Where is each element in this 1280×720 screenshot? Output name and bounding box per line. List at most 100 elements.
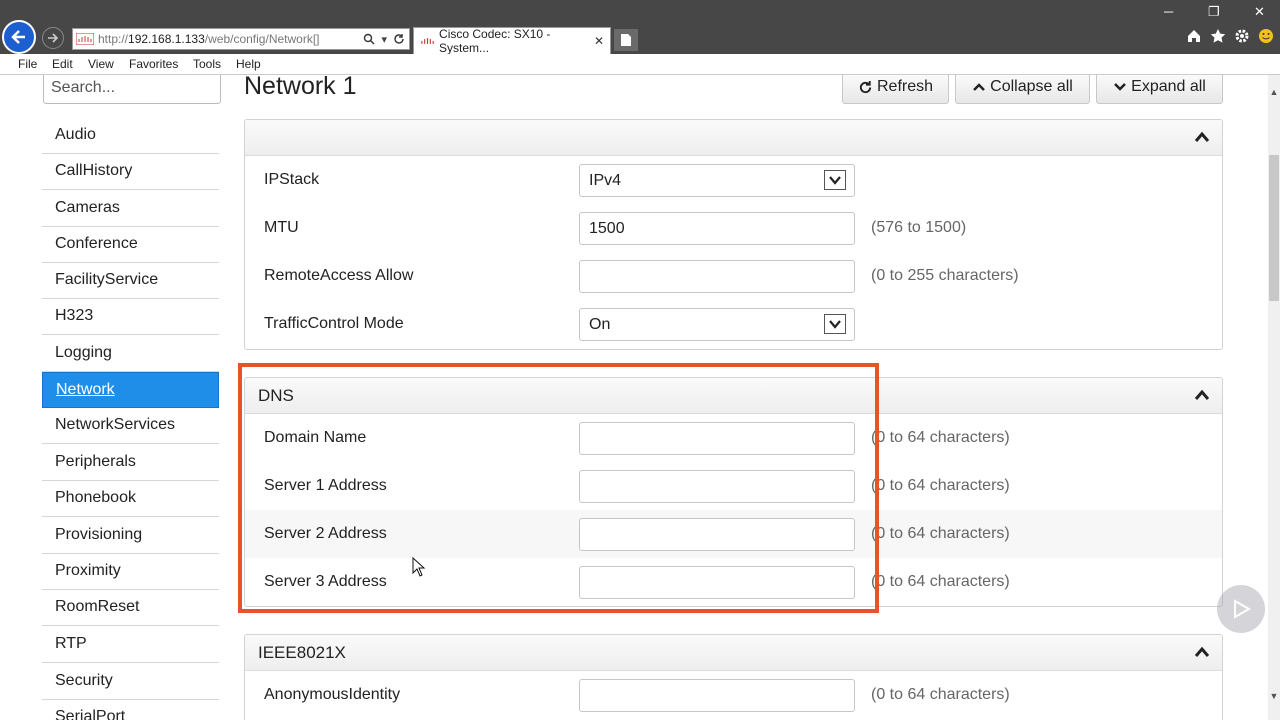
setting-label: Server 3 Address — [264, 573, 387, 590]
play-icon — [1234, 599, 1252, 619]
tab-title: Cisco Codec: SX10 - System... — [439, 27, 551, 55]
collapse-all-button[interactable]: Collapse all — [955, 75, 1090, 104]
sidebar-item-h323[interactable]: H323 — [42, 299, 219, 335]
collapse-chevron-icon[interactable] — [1194, 388, 1210, 402]
dns-panel: DNS Domain Name (0 to 64 characters) Ser… — [244, 377, 1223, 607]
vertical-scrollbar[interactable]: ▲ ▼ — [1268, 75, 1280, 720]
setting-row-domain-name: Domain Name (0 to 64 characters) — [245, 414, 1222, 462]
refresh-button[interactable]: Refresh — [842, 75, 949, 104]
server3-address-input[interactable] — [579, 566, 855, 599]
scrollbar-thumb[interactable] — [1269, 155, 1279, 301]
setting-label: MTU — [264, 219, 299, 236]
sidebar-item-peripherals[interactable]: Peripherals — [42, 445, 219, 481]
menu-edit[interactable]: Edit — [52, 57, 73, 71]
collapse-chevron-icon[interactable] — [1194, 130, 1210, 144]
sidebar-item-roomreset[interactable]: RoomReset — [42, 590, 219, 626]
panel-title: IEEE8021X — [258, 643, 346, 662]
feedback-smiley-icon[interactable] — [1258, 28, 1274, 44]
setting-hint: (0 to 64 characters) — [871, 429, 1010, 446]
scroll-up-icon[interactable]: ▲ — [1268, 87, 1280, 97]
menu-help[interactable]: Help — [236, 57, 261, 71]
favorites-star-icon[interactable] — [1210, 28, 1226, 44]
sidebar-item-cameras[interactable]: Cameras — [42, 191, 219, 227]
ipstack-select[interactable]: IPv4 — [579, 164, 855, 197]
sidebar-item-security[interactable]: Security — [42, 664, 219, 700]
ieee8021x-panel-header[interactable]: IEEE8021X — [245, 635, 1222, 671]
setting-label: Server 2 Address — [264, 525, 387, 542]
minimize-icon[interactable]: ─ — [1164, 4, 1173, 19]
forward-button[interactable] — [42, 27, 64, 49]
setting-row-anonymousidentity: AnonymousIdentity (0 to 64 characters) — [245, 671, 1222, 719]
video-play-button[interactable] — [1217, 585, 1265, 633]
anonymousidentity-input[interactable] — [579, 679, 855, 712]
select-arrow-icon[interactable] — [824, 314, 846, 334]
server1-address-input[interactable] — [579, 470, 855, 503]
sidebar-item-provisioning[interactable]: Provisioning — [42, 518, 219, 554]
setting-hint: (0 to 64 characters) — [871, 573, 1010, 590]
remoteaccess-allow-input[interactable] — [579, 260, 855, 293]
url-text: http://192.168.1.133/web/config/Network[… — [98, 32, 320, 46]
domain-name-input[interactable] — [579, 422, 855, 455]
page-content: Search... Audio CallHistory Cameras Conf… — [0, 75, 1268, 720]
reload-icon[interactable] — [393, 33, 405, 45]
setting-hint: (0 to 64 characters) — [871, 686, 1010, 703]
panel-title: DNS — [258, 386, 294, 405]
menu-view[interactable]: View — [88, 57, 114, 71]
sidebar-item-logging[interactable]: Logging — [42, 336, 219, 372]
menu-file[interactable]: File — [18, 57, 37, 71]
expand-all-button[interactable]: Expand all — [1096, 75, 1223, 104]
back-button[interactable] — [2, 20, 36, 54]
scroll-down-icon[interactable]: ▼ — [1268, 691, 1280, 701]
refresh-icon — [859, 80, 872, 93]
server2-address-input[interactable] — [579, 518, 855, 551]
sidebar-item-audio[interactable]: Audio — [42, 118, 219, 154]
trafficcontrol-mode-select[interactable]: On — [579, 308, 855, 341]
search-icon[interactable] — [363, 33, 375, 45]
menu-bar: File Edit View Favorites Tools Help — [0, 54, 1280, 75]
setting-row-server2: Server 2 Address (0 to 64 characters) — [245, 510, 1222, 558]
mouse-cursor-icon — [412, 557, 426, 577]
setting-row-ipstack: IPStack IPv4 — [245, 156, 1222, 204]
chevron-down-icon — [1114, 83, 1127, 91]
mtu-input[interactable]: 1500 — [579, 212, 855, 245]
browser-tab[interactable]: Cisco Codec: SX10 - System... ✕ — [413, 27, 611, 55]
refresh-label: Refresh — [876, 78, 934, 95]
search-input[interactable]: Search... — [43, 75, 221, 104]
home-icon[interactable] — [1186, 28, 1202, 44]
sidebar-item-facilityservice[interactable]: FacilityService — [42, 263, 219, 299]
sidebar-item-phonebook[interactable]: Phonebook — [42, 481, 219, 517]
sidebar-item-conference[interactable]: Conference — [42, 227, 219, 263]
dropdown-icon[interactable]: ▾ — [381, 33, 387, 46]
sidebar-item-networkservices[interactable]: NetworkServices — [42, 408, 219, 444]
setting-label: Server 1 Address — [264, 477, 387, 494]
setting-hint: (576 to 1500) — [871, 219, 967, 236]
sidebar-item-network[interactable]: Network — [42, 372, 219, 408]
restore-icon[interactable]: ❐ — [1208, 4, 1220, 20]
dns-panel-header[interactable]: DNS — [245, 378, 1222, 414]
menu-favorites[interactable]: Favorites — [129, 57, 178, 71]
setting-label: AnonymousIdentity — [264, 686, 401, 703]
address-bar[interactable]: http://192.168.1.133/web/config/Network[… — [72, 28, 410, 50]
sidebar-item-serialport[interactable]: SerialPort — [42, 700, 219, 720]
browser-titlebar: http://192.168.1.133/web/config/Network[… — [0, 0, 1280, 55]
panel-header[interactable] — [245, 120, 1222, 156]
ieee8021x-panel: IEEE8021X AnonymousIdentity (0 to 64 cha… — [244, 634, 1223, 720]
menu-tools[interactable]: Tools — [193, 57, 221, 71]
setting-hint: (0 to 64 characters) — [871, 477, 1010, 494]
new-tab-icon — [621, 34, 631, 46]
new-tab-button[interactable] — [614, 29, 638, 51]
setting-label: TrafficControl Mode — [264, 315, 404, 332]
sidebar-item-rtp[interactable]: RTP — [42, 627, 219, 663]
cisco-favicon-icon — [76, 33, 94, 45]
setting-row-server1: Server 1 Address (0 to 64 characters) — [245, 462, 1222, 510]
sidebar-item-proximity[interactable]: Proximity — [42, 554, 219, 590]
collapse-all-label: Collapse all — [990, 78, 1073, 95]
select-arrow-icon[interactable] — [824, 170, 846, 190]
setting-label: RemoteAccess Allow — [264, 267, 414, 284]
collapse-chevron-icon[interactable] — [1194, 645, 1210, 659]
setting-hint: (0 to 255 characters) — [871, 267, 1019, 284]
settings-gear-icon[interactable] — [1234, 28, 1250, 44]
close-tab-icon[interactable]: ✕ — [594, 34, 604, 48]
close-window-icon[interactable]: ✕ — [1254, 4, 1265, 20]
sidebar-item-callhistory[interactable]: CallHistory — [42, 154, 219, 190]
